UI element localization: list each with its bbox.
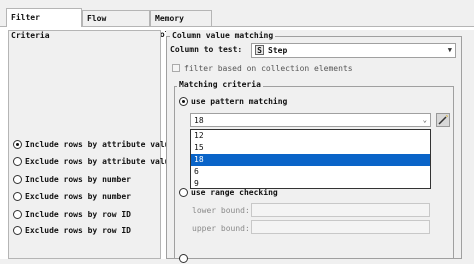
tab-strip: Filter Criteria Flow Variables Memory Po… — [0, 0, 474, 40]
chevron-down-icon: ▼ — [447, 46, 452, 54]
radio-selected-icon[interactable] — [13, 139, 22, 149]
option-label: Exclude rows by number — [25, 191, 131, 201]
radio-icon[interactable] — [13, 225, 22, 235]
tab-filter-criteria[interactable]: Filter Criteria — [6, 8, 82, 40]
option-include-by-attribute[interactable]: Include rows by attribute value — [13, 138, 174, 150]
lower-bound-label: lower bound: — [192, 206, 250, 215]
radio-selected-icon[interactable] — [179, 96, 188, 106]
tab-memory-policy[interactable]: Memory Policy — [150, 10, 212, 39]
matching-criteria-legend: Matching criteria — [177, 80, 263, 90]
option-exclude-by-row-id[interactable]: Exclude rows by row ID — [13, 224, 131, 236]
dropdown-option[interactable]: 12 — [191, 130, 430, 142]
pattern-options-icon[interactable] — [436, 113, 450, 127]
option-label: Exclude rows by row ID — [25, 225, 131, 235]
upper-bound-label: upper bound: — [192, 224, 250, 233]
collection-filter-checkbox[interactable] — [172, 64, 180, 72]
filter-mode-panel: Include rows by attribute value Exclude … — [8, 30, 174, 259]
option-exclude-by-number[interactable]: Exclude rows by number — [13, 190, 131, 202]
column-value-matching-legend: Column value matching — [170, 31, 276, 41]
pattern-dropdown-list[interactable]: 12 15 18 6 9 — [190, 129, 431, 189]
option-label: Include rows by attribute value — [25, 139, 175, 149]
upper-bound-input[interactable] — [251, 220, 430, 234]
dropdown-option[interactable]: 6 — [191, 166, 430, 178]
radio-icon[interactable] — [13, 191, 22, 201]
radio-icon[interactable] — [13, 174, 22, 184]
collection-filter-checkbox-row[interactable]: filter based on collection elements — [172, 62, 353, 74]
lower-bound-input[interactable] — [251, 203, 430, 217]
radio-icon[interactable] — [179, 187, 188, 197]
column-to-test-select[interactable]: S Step ▼ — [251, 43, 456, 58]
option-label: Include rows by row ID — [25, 209, 131, 219]
pattern-value: 18 — [194, 116, 204, 125]
dropdown-option-selected[interactable]: 18 — [191, 154, 430, 166]
chevron-down-icon: ⌄ — [422, 116, 427, 124]
tab-flow-variables[interactable]: Flow Variables — [82, 10, 150, 39]
use-pattern-matching-label: use pattern matching — [191, 96, 288, 106]
radio-icon[interactable] — [179, 253, 188, 263]
collection-filter-label: filter based on collection elements — [184, 63, 353, 73]
radio-icon[interactable] — [13, 209, 22, 219]
radio-icon[interactable] — [13, 156, 22, 166]
column-to-test-label: Column to test: — [170, 45, 243, 54]
string-type-icon: S — [255, 45, 264, 55]
dropdown-option[interactable]: 15 — [191, 142, 430, 154]
option-label: Exclude rows by attribute value — [25, 156, 175, 166]
option-label: Include rows by number — [25, 174, 131, 184]
use-pattern-matching-option[interactable]: use pattern matching — [179, 95, 287, 107]
column-to-test-value: Step — [268, 46, 288, 55]
pattern-select[interactable]: 18 ⌄ — [190, 113, 431, 127]
partial-option-row[interactable] — [179, 252, 191, 264]
dropdown-option[interactable]: 9 — [191, 178, 430, 190]
option-include-by-row-id[interactable]: Include rows by row ID — [13, 208, 131, 220]
option-exclude-by-attribute[interactable]: Exclude rows by attribute value — [13, 155, 174, 167]
option-include-by-number[interactable]: Include rows by number — [13, 173, 131, 185]
